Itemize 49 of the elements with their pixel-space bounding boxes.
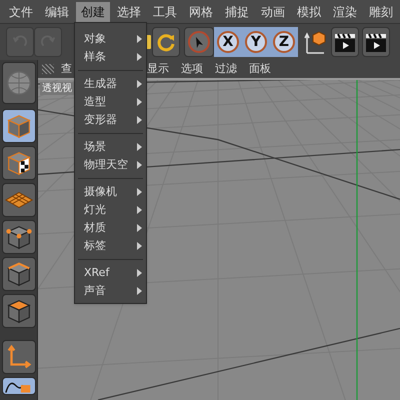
render-button[interactable] [331, 27, 359, 57]
dropdown-item[interactable]: 标签 [75, 237, 146, 255]
viewport-label: 透视视 [40, 82, 74, 95]
menu-item[interactable]: 工具 [148, 2, 182, 22]
clapboard-icon [333, 31, 357, 53]
dropdown-item[interactable]: 物理天空 [75, 156, 146, 174]
dropdown-item[interactable]: 对象 [75, 30, 146, 48]
viewport-menu-item[interactable]: 查 [61, 60, 72, 78]
render-button[interactable] [362, 27, 390, 57]
dropdown-item[interactable]: 摄像机 [75, 183, 146, 201]
menu-item[interactable]: 选择 [112, 2, 146, 22]
dropdown-item[interactable]: 材质 [75, 219, 146, 237]
menu-item[interactable]: 渲染 [328, 2, 362, 22]
tool-button[interactable] [2, 377, 36, 395]
panel-grip-icon [42, 64, 54, 74]
dropdown-item[interactable]: 样条 [75, 48, 146, 66]
tool-button[interactable] [2, 340, 36, 374]
menu-item[interactable]: 模拟 [292, 2, 326, 22]
axis-lock-button[interactable]: Z [270, 27, 298, 57]
dropdown-item[interactable]: 灯光 [75, 201, 146, 219]
tool-button[interactable] [2, 294, 36, 328]
tool-button[interactable] [2, 146, 36, 180]
select-tool-button[interactable] [184, 27, 214, 57]
menu-item[interactable]: 编辑 [40, 2, 74, 22]
axis-lock-button[interactable]: X [214, 27, 242, 57]
viewport-menu-item[interactable]: 显示 [147, 60, 169, 78]
dropdown-item[interactable]: XRef [75, 264, 146, 282]
menu-item[interactable]: 文件 [4, 2, 38, 22]
clapboard-icon [364, 31, 388, 53]
dropdown-item[interactable]: 声音 [75, 282, 146, 300]
dropdown-item[interactable]: 场景 [75, 138, 146, 156]
tool-button[interactable] [2, 257, 36, 291]
dropdown-item[interactable]: 生成器 [75, 75, 146, 93]
menu-item[interactable]: 雕刻 [364, 2, 398, 22]
axis-lock-button[interactable]: Y [242, 27, 270, 57]
menu-item[interactable]: 捕捉 [220, 2, 254, 22]
viewport-menu-item[interactable]: 选项 [181, 60, 203, 78]
dropdown-item[interactable]: 变形器 [75, 111, 146, 129]
menu-item[interactable]: 创建 [76, 2, 110, 22]
menu-item[interactable]: 动画 [256, 2, 290, 22]
tool-button[interactable] [2, 220, 36, 254]
rotate-button[interactable] [152, 27, 180, 57]
cursor-circle-icon [187, 30, 211, 54]
viewport-menu-item[interactable]: 过滤 [215, 60, 237, 78]
dropdown-item[interactable]: 造型 [75, 93, 146, 111]
viewport-menu-item[interactable]: 面板 [249, 60, 271, 78]
coordinate-cube-icon[interactable] [302, 29, 328, 55]
tool-button[interactable] [2, 109, 36, 143]
menu-item[interactable]: 网格 [184, 2, 218, 22]
